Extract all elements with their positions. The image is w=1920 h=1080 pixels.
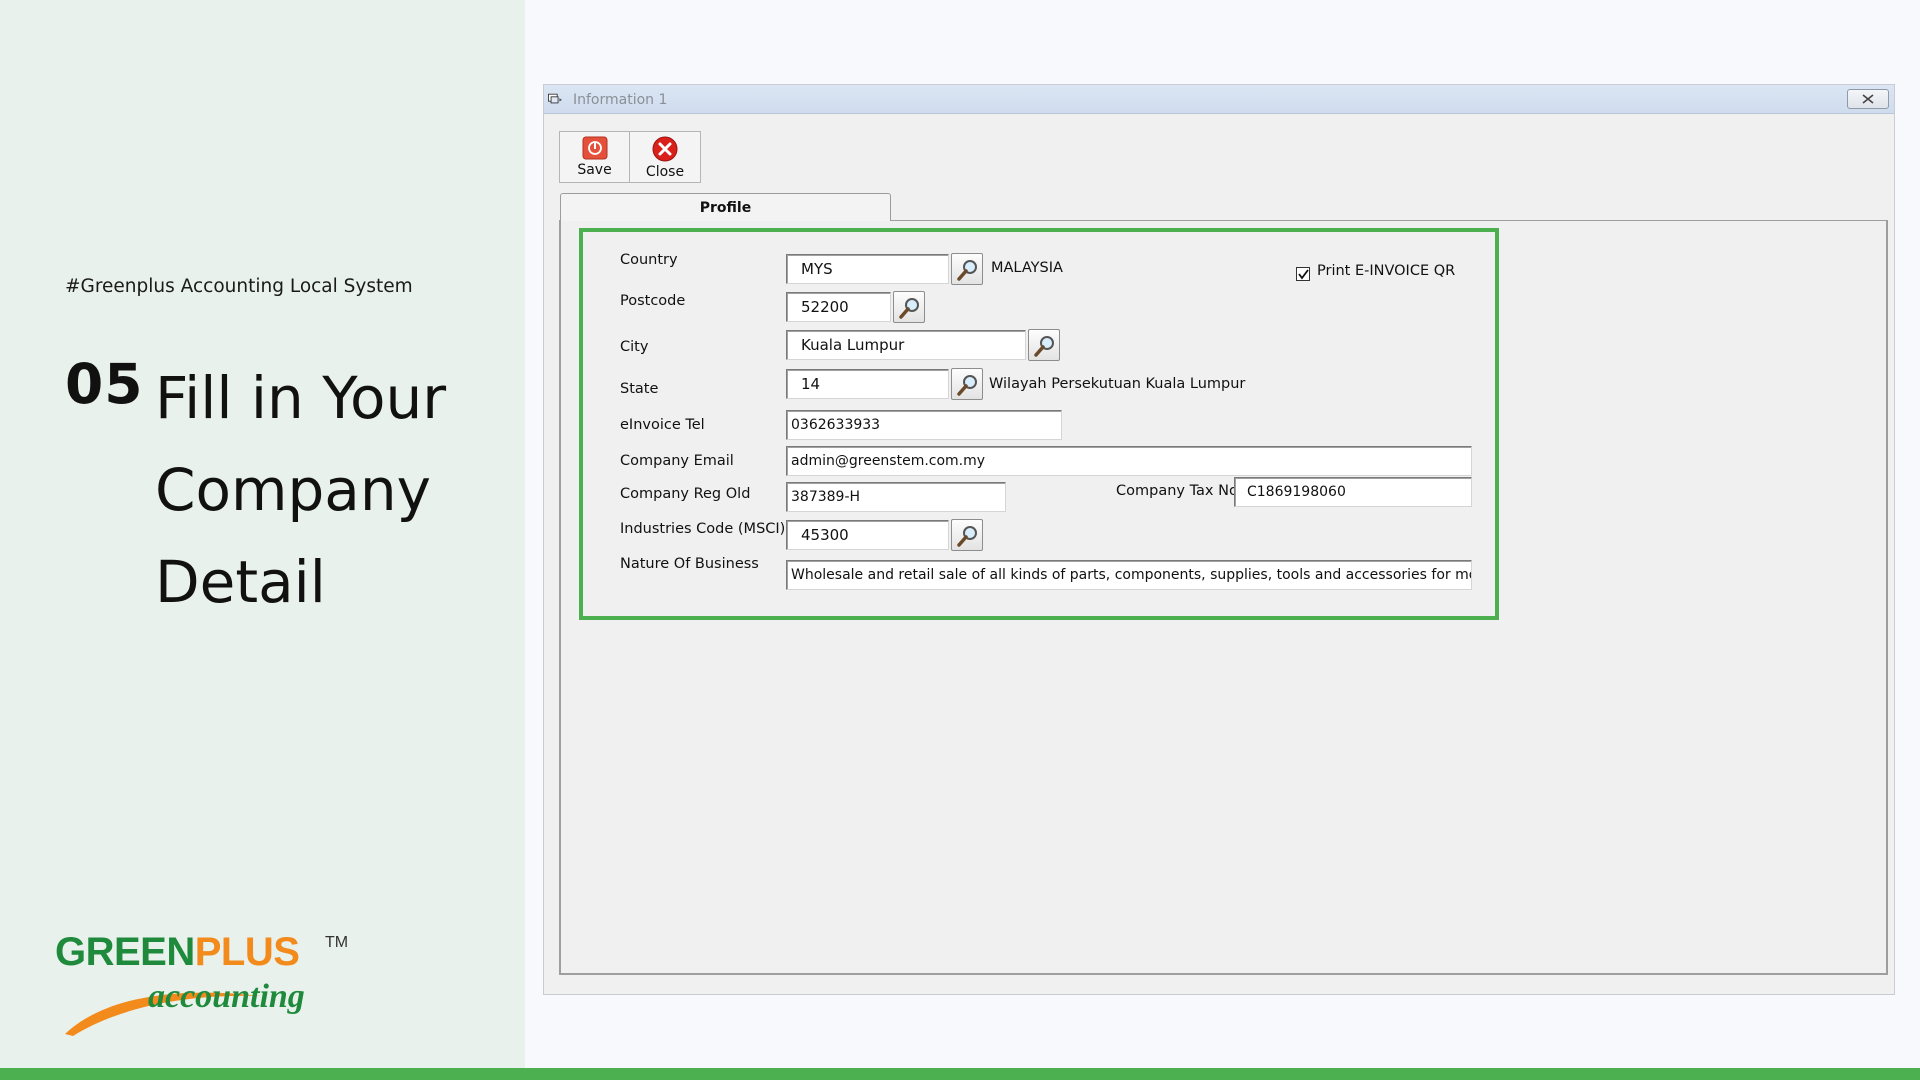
step-title: Fill in Your Company Detail (155, 352, 495, 628)
toolbar: Save Close (559, 131, 701, 183)
print-einvoice-qr-label: Print E-INVOICE QR (1317, 263, 1456, 279)
close-circle-icon (652, 136, 678, 162)
save-label: Save (577, 162, 612, 178)
industries-code-input[interactable]: 45300 (786, 520, 949, 550)
close-label: Close (645, 164, 685, 180)
country-lookup-button[interactable] (951, 253, 983, 285)
step-title-line-1: Fill in Your (155, 364, 447, 432)
slide-tagline: #Greenplus Accounting Local System (65, 276, 413, 297)
logo-subtitle: accounting (148, 978, 305, 1015)
window-close-button[interactable] (1847, 89, 1889, 109)
state-lookup-button[interactable] (951, 368, 983, 400)
slide-left-panel: #Greenplus Accounting Local System 05 Fi… (0, 0, 525, 1068)
search-icon (957, 375, 977, 396)
save-icon (582, 136, 607, 160)
country-label: Country (620, 252, 678, 268)
einvoice-tel-label: eInvoice Tel (620, 417, 705, 433)
window-app-icon (548, 93, 562, 104)
state-input[interactable]: 14 (786, 369, 949, 399)
city-label: City (620, 339, 649, 355)
country-input[interactable]: MYS (786, 254, 949, 284)
checkmark-icon (1298, 269, 1309, 280)
search-icon (1034, 336, 1054, 357)
postcode-label: Postcode (620, 293, 686, 309)
company-tax-no-input[interactable]: C1869198060 (1234, 477, 1472, 507)
greenplus-logo: GREENPLUS TM accounting (55, 930, 355, 1036)
search-icon (957, 260, 977, 281)
tab-profile[interactable]: Profile (560, 193, 891, 221)
nature-of-business-label: Nature Of Business (620, 556, 759, 572)
company-tax-no-label: Company Tax No (1116, 483, 1238, 499)
postcode-lookup-button[interactable] (893, 291, 925, 323)
state-description: Wilayah Persekutuan Kuala Lumpur (989, 376, 1246, 392)
nature-of-business-input[interactable]: Wholesale and retail sale of all kinds o… (786, 560, 1472, 590)
search-icon (957, 526, 977, 547)
bottom-accent-bar (0, 1068, 1920, 1080)
state-label: State (620, 381, 659, 397)
company-reg-old-label: Company Reg Old (620, 486, 751, 502)
company-email-input[interactable]: admin@greenstem.com.my (786, 446, 1472, 476)
step-title-line-2: Company (155, 456, 431, 524)
print-einvoice-qr-checkbox[interactable] (1296, 267, 1310, 281)
search-icon (899, 298, 919, 319)
industries-code-lookup-button[interactable] (951, 519, 983, 551)
step-number: 05 (65, 352, 144, 416)
information-window: Information 1 Save Close Profile Country… (543, 84, 1895, 995)
save-button[interactable]: Save (560, 132, 630, 182)
einvoice-tel-input[interactable]: 0362633933 (786, 410, 1062, 440)
step-title-line-3: Detail (155, 548, 326, 616)
company-email-label: Company Email (620, 453, 734, 469)
company-reg-old-input[interactable]: 387389-H (786, 482, 1006, 512)
window-title: Information 1 (573, 92, 668, 108)
window-titlebar[interactable]: Information 1 (544, 85, 1894, 114)
city-input[interactable]: Kuala Lumpur (786, 330, 1026, 360)
logo-trademark: TM (325, 934, 349, 951)
industries-code-label: Industries Code (MSCI) (620, 521, 786, 537)
company-detail-highlight: Country MYS MALAYSIA Print E-INVOICE QR … (579, 228, 1499, 620)
postcode-input[interactable]: 52200 (786, 292, 891, 322)
country-description: MALAYSIA (991, 260, 1063, 276)
city-lookup-button[interactable] (1028, 329, 1060, 361)
close-button[interactable]: Close (630, 132, 700, 182)
close-icon (1862, 94, 1874, 104)
